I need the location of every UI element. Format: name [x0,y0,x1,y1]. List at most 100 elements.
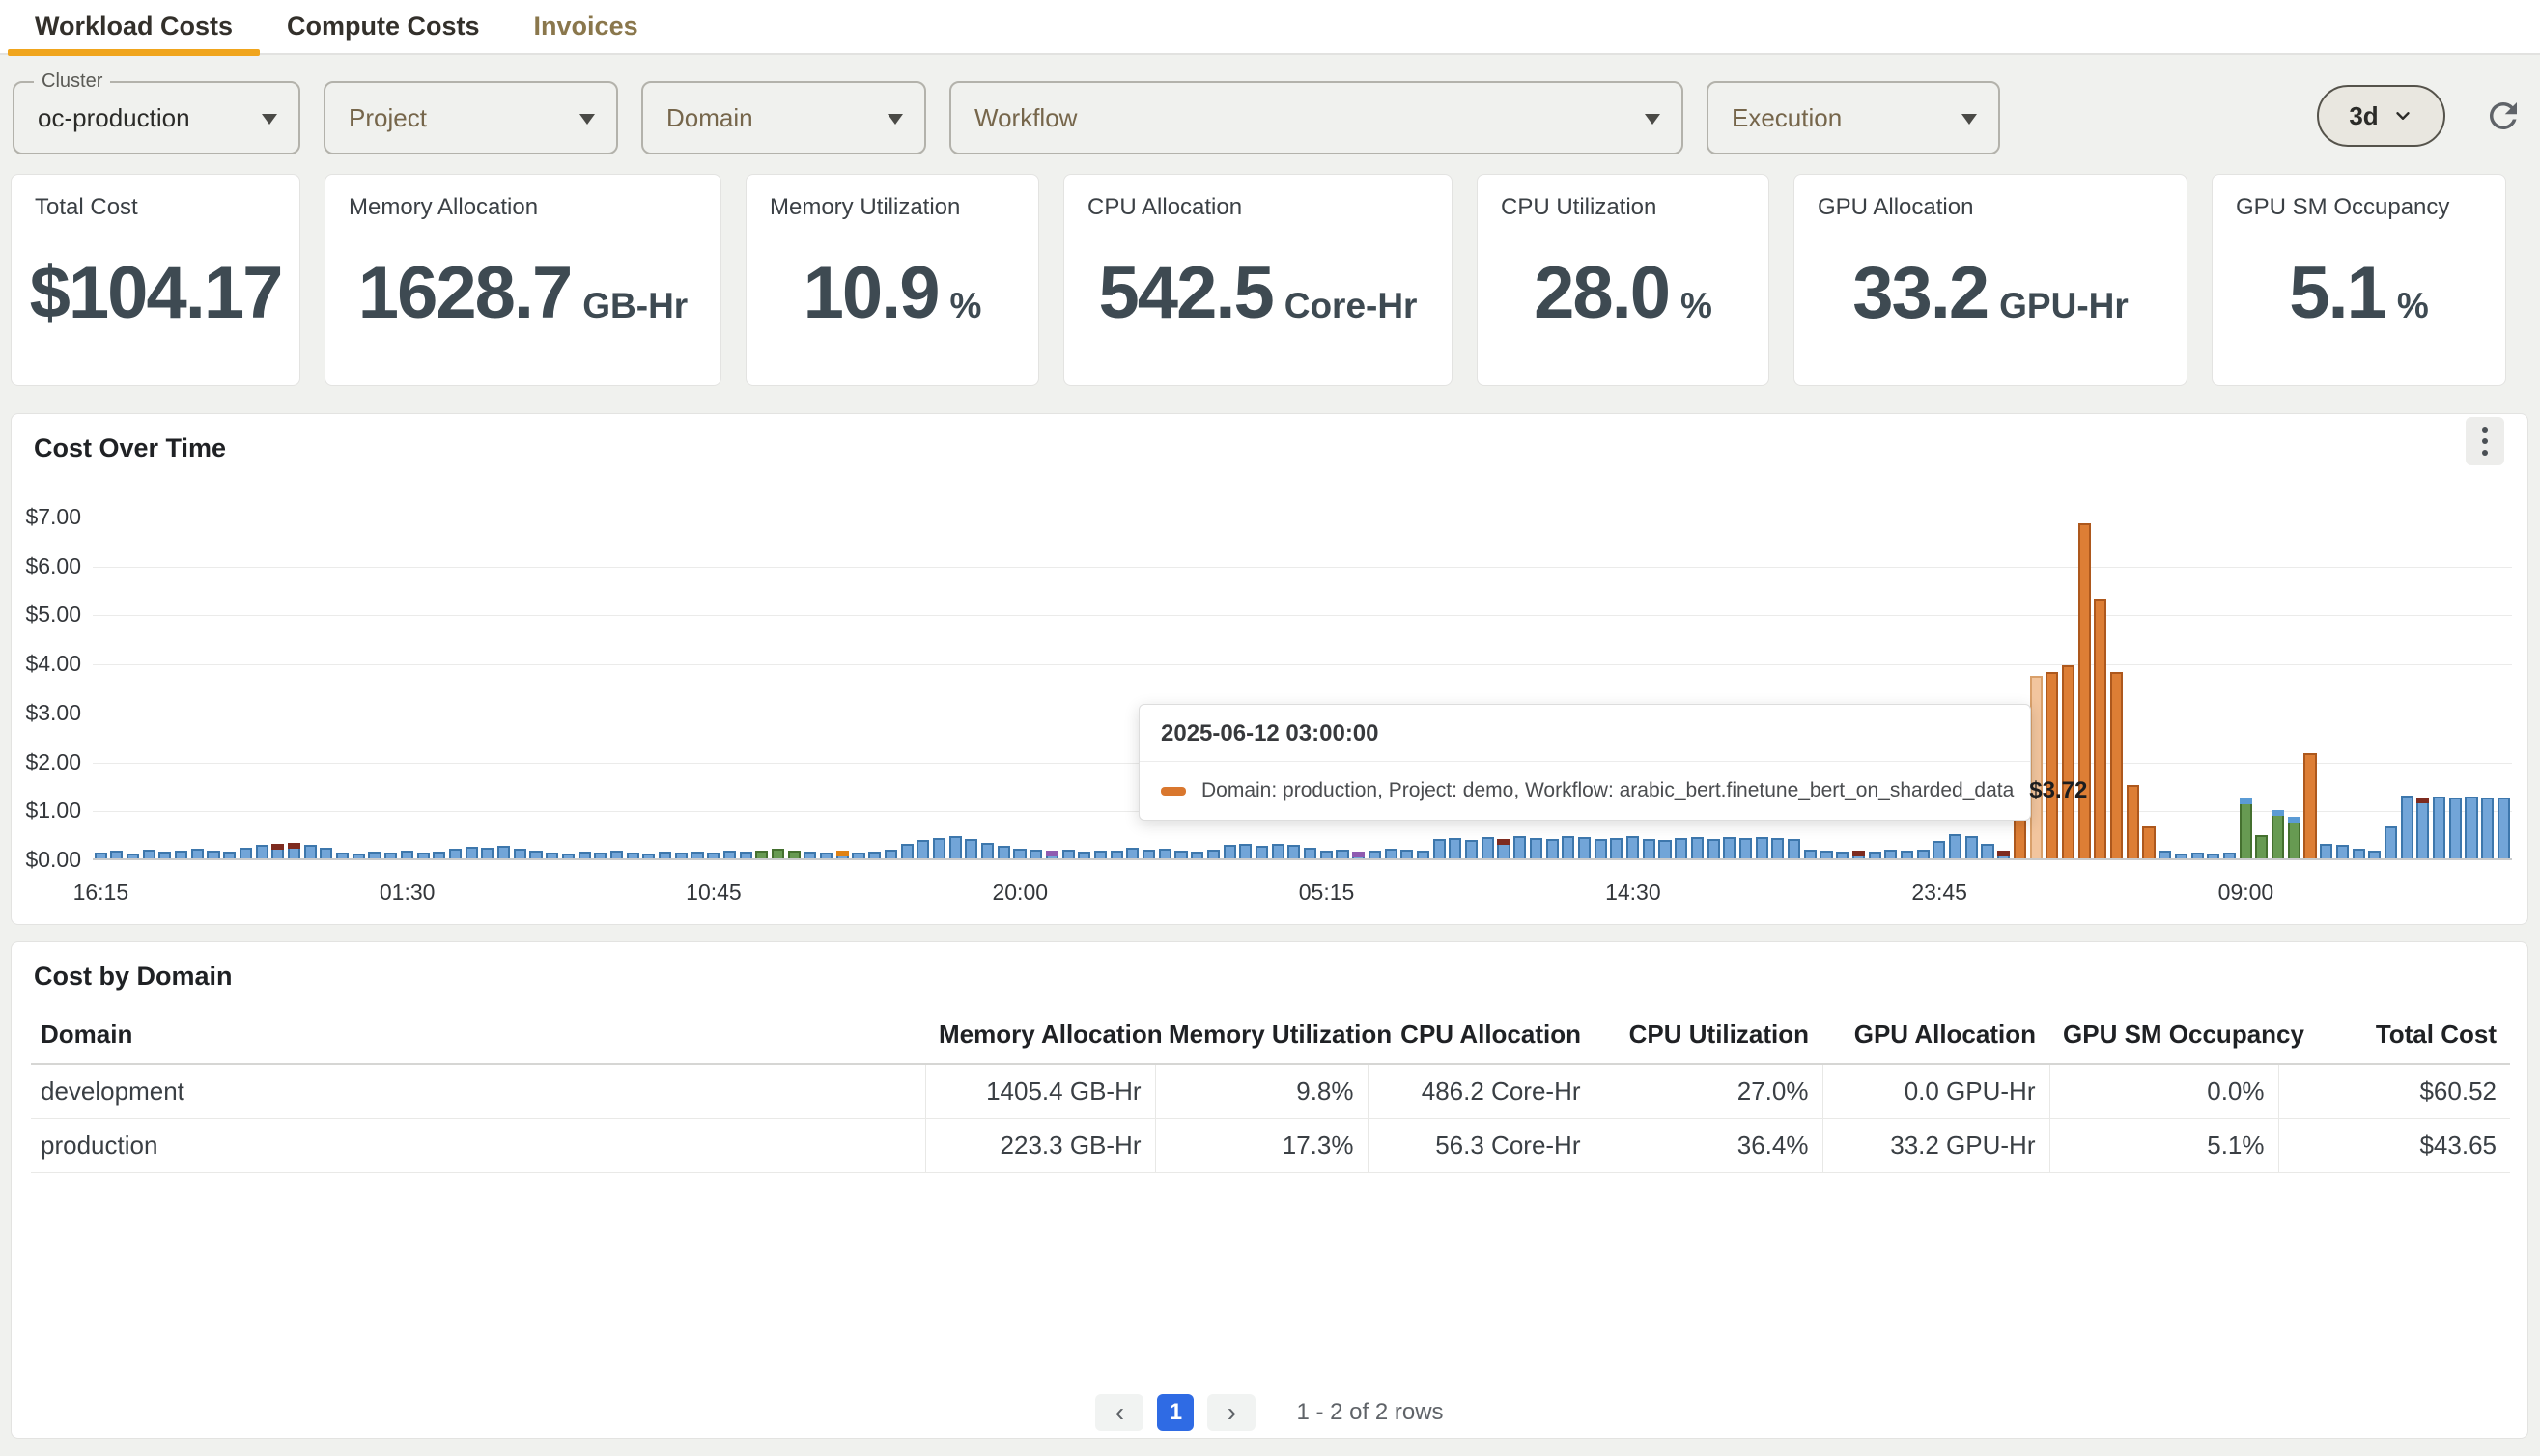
chart-bar [127,854,139,858]
chart-tooltip: 2025-06-12 03:00:00 Domain: production, … [1139,704,2031,821]
table-row[interactable]: production223.3 GB-Hr17.3%56.3 Core-Hr36… [31,1118,2510,1172]
chart-bar [1046,851,1058,858]
metric-card: Memory Allocation1628.7GB-Hr [325,174,721,386]
table-cell: 486.2 Core-Hr [1368,1064,1595,1118]
chart-bar [579,852,591,858]
chart-bar [1094,851,1107,858]
table-cell: development [31,1064,925,1118]
chart-bar [1595,839,1607,858]
chart-bar [95,853,107,858]
chart-bar [675,853,688,858]
metric-title: Total Cost [35,194,276,221]
chart-bar [271,844,284,858]
kebab-menu-button[interactable] [2466,417,2504,465]
table-column-header[interactable]: CPU Allocation [1368,1010,1595,1064]
x-axis-tick-label: 20:00 [992,880,1048,906]
prev-page-button[interactable]: ‹ [1095,1394,1143,1431]
y-axis-tick-label: $5.00 [12,602,81,628]
page-1-button[interactable]: 1 [1157,1394,1194,1431]
time-range-button[interactable]: 3d [2317,85,2445,147]
chart-bar [691,852,703,858]
table-column-header[interactable]: Total Cost [2278,1010,2510,1064]
table-cell: 33.2 GPU-Hr [1822,1118,2049,1172]
table-column-header[interactable]: CPU Utilization [1595,1010,1822,1064]
chart-bar [998,846,1010,858]
chart-bar [820,853,833,858]
table-cell: production [31,1118,925,1172]
bar-cap-segment [288,843,300,849]
chart-bar [529,851,542,858]
chevron-down-icon [888,114,903,125]
chart-bar [562,854,575,858]
metric-title: GPU Allocation [1818,194,2163,221]
y-axis-tick-label: $7.00 [12,504,81,530]
chevron-down-icon [579,114,595,125]
chart-bar [2175,854,2187,858]
chart-bar [755,851,768,858]
chart-bar [1788,839,1800,858]
workflow-select[interactable]: Workflow [949,81,1683,154]
chart-bar [1497,839,1510,858]
x-axis-tick-label: 09:00 [2218,880,2274,906]
chart-bar [191,849,204,858]
metric-value-row: 33.2GPU-Hr [1818,221,2163,366]
chart-bar [1981,844,1993,858]
chart-bar [1949,834,1961,858]
cluster-select[interactable]: Cluster oc-production [13,81,300,154]
chart-bar [2223,853,2236,858]
y-axis-tick-label: $1.00 [12,798,81,824]
chart-bar [1965,836,1978,858]
table-column-header[interactable]: Memory Utilization [1155,1010,1368,1064]
metric-title: Memory Allocation [349,194,697,221]
cluster-select-value: oc-production [38,103,190,133]
bar-cap-segment [2240,798,2252,804]
table-row[interactable]: development1405.4 GB-Hr9.8%486.2 Core-Hr… [31,1064,2510,1118]
tooltip-timestamp: 2025-06-12 03:00:00 [1140,705,2030,762]
x-axis-tick-label: 23:45 [1911,880,1967,906]
chart-bar [1078,852,1090,858]
chart-bar [1723,837,1736,858]
table-column-header[interactable]: Domain [31,1010,925,1064]
table-cell: 1405.4 GB-Hr [925,1064,1155,1118]
metric-value: $104.17 [30,257,282,330]
bar-cap-segment [1046,851,1058,856]
cluster-select-label: Cluster [34,70,110,93]
next-page-button[interactable]: › [1207,1394,1256,1431]
chart-bar [2046,672,2058,858]
chart-bar [2078,523,2091,858]
chart-bar [1884,850,1897,858]
tab-workload-costs[interactable]: Workload Costs [8,0,260,54]
chart-bar [2401,796,2413,858]
table-cell: $43.65 [2278,1118,2510,1172]
gridline [93,664,2512,665]
bar-cap-segment [2288,817,2300,823]
chart-bar [852,853,864,858]
chart-bar [1546,839,1559,858]
bar-cap-segment [271,844,284,850]
domain-select-placeholder: Domain [666,103,753,133]
table-column-header[interactable]: Memory Allocation [925,1010,1155,1064]
bar-cap-segment [1352,852,1365,857]
table-column-header[interactable]: GPU SM Occupancy [2049,1010,2278,1064]
chart-bar [1562,836,1574,858]
chart-bar [1159,849,1171,858]
chart-bar [1433,839,1446,858]
chart-bar [2303,753,2316,858]
tab-compute-costs[interactable]: Compute Costs [260,0,507,54]
project-select[interactable]: Project [324,81,618,154]
chart-bar [885,850,897,858]
bar-cap-segment [2416,798,2429,803]
refresh-button[interactable] [2480,93,2526,139]
chart-bar [1224,845,1236,858]
chart-bar [1771,838,1784,858]
table-column-header[interactable]: GPU Allocation [1822,1010,2049,1064]
pagination-summary: 1 - 2 of 2 rows [1296,1399,1443,1426]
tab-invoices[interactable]: Invoices [507,0,665,54]
chart-bar [1804,850,1817,858]
project-select-placeholder: Project [349,103,427,133]
chart-bar [1449,838,1461,858]
execution-select[interactable]: Execution [1707,81,2000,154]
chart-bar [1062,850,1075,858]
cost-by-domain-panel: Cost by Domain DomainMemory AllocationMe… [11,941,2528,1439]
domain-select[interactable]: Domain [641,81,926,154]
